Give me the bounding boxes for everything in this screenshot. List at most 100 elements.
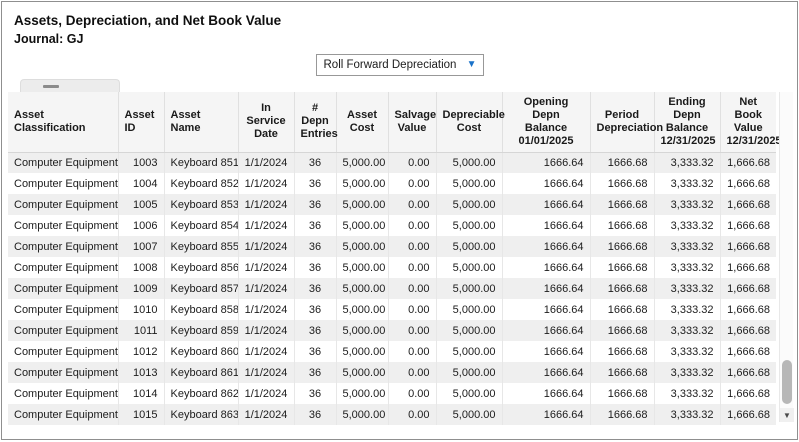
table-cell: 0.00 [388, 173, 436, 194]
table-cell: 1009 [118, 278, 164, 299]
table-cell: 0.00 [388, 341, 436, 362]
table-cell: 1666.68 [590, 257, 654, 278]
table-cell: 5,000.00 [436, 194, 502, 215]
vertical-scrollbar[interactable]: ▼ [779, 92, 793, 422]
table-cell: 5,000.00 [336, 362, 388, 383]
table-row[interactable]: Computer Equipment1009Keyboard 8571/1/20… [8, 278, 776, 299]
column-header[interactable]: Asset Cost [336, 92, 388, 152]
table-cell: 1666.64 [502, 173, 590, 194]
table-row[interactable]: Computer Equipment1007Keyboard 8551/1/20… [8, 236, 776, 257]
column-header[interactable]: Opening Depn Balance 01/01/2025 [502, 92, 590, 152]
table-cell: 0.00 [388, 362, 436, 383]
table-cell: 1/1/2024 [238, 257, 294, 278]
table-cell: 1666.64 [502, 299, 590, 320]
table-row[interactable]: Computer Equipment1012Keyboard 8601/1/20… [8, 341, 776, 362]
table-cell: 1/1/2024 [238, 236, 294, 257]
table-cell: Computer Equipment [8, 152, 118, 173]
column-header[interactable]: In Service Date [238, 92, 294, 152]
table-cell: 1666.64 [502, 194, 590, 215]
table-cell: 1,666.68 [720, 404, 776, 425]
table-cell: 36 [294, 152, 336, 173]
table-cell: 5,000.00 [336, 278, 388, 299]
table-cell: 1,666.68 [720, 362, 776, 383]
table-cell: 1,666.68 [720, 152, 776, 173]
table-cell: 0.00 [388, 404, 436, 425]
table-cell: 5,000.00 [336, 173, 388, 194]
table-cell: 1666.64 [502, 404, 590, 425]
table-cell: 0.00 [388, 299, 436, 320]
table-cell: Computer Equipment [8, 362, 118, 383]
table-cell: 1007 [118, 236, 164, 257]
table-cell: 1/1/2024 [238, 173, 294, 194]
table-cell: 3,333.32 [654, 299, 720, 320]
table-row[interactable]: Computer Equipment1015Keyboard 8631/1/20… [8, 404, 776, 425]
table-cell: Computer Equipment [8, 299, 118, 320]
table-body: Computer Equipment1003Keyboard 8511/1/20… [8, 152, 776, 425]
table-cell: 5,000.00 [436, 362, 502, 383]
column-header[interactable]: Net Book Value 12/31/2025 [720, 92, 776, 152]
table-row[interactable]: Computer Equipment1014Keyboard 8621/1/20… [8, 383, 776, 404]
table-cell: 36 [294, 341, 336, 362]
table-row[interactable]: Computer Equipment1005Keyboard 8531/1/20… [8, 194, 776, 215]
column-header[interactable]: Asset ID [118, 92, 164, 152]
collapse-handle-icon [43, 85, 59, 88]
table-cell: Keyboard 862 [164, 383, 238, 404]
table-cell: 1666.68 [590, 404, 654, 425]
table-row[interactable]: Computer Equipment1003Keyboard 8511/1/20… [8, 152, 776, 173]
column-header[interactable]: Asset Classification [8, 92, 118, 152]
table-cell: 5,000.00 [336, 194, 388, 215]
table-area: Asset ClassificationAsset IDAsset NameIn… [8, 92, 776, 425]
table-cell: 1/1/2024 [238, 320, 294, 341]
table-header: Asset ClassificationAsset IDAsset NameIn… [8, 92, 776, 152]
column-header[interactable]: Ending Depn Balance 12/31/2025 [654, 92, 720, 152]
column-header[interactable]: Salvage Value [388, 92, 436, 152]
column-header[interactable]: # Depn Entries [294, 92, 336, 152]
table-cell: 1666.68 [590, 278, 654, 299]
table-cell: 1666.64 [502, 320, 590, 341]
table-cell: 5,000.00 [336, 383, 388, 404]
table-cell: 3,333.32 [654, 215, 720, 236]
table-row[interactable]: Computer Equipment1013Keyboard 8611/1/20… [8, 362, 776, 383]
table-cell: 1012 [118, 341, 164, 362]
scroll-down-button[interactable]: ▼ [780, 408, 794, 422]
column-header[interactable]: Asset Name [164, 92, 238, 152]
table-cell: 36 [294, 257, 336, 278]
table-cell: 1/1/2024 [238, 215, 294, 236]
table-row[interactable]: Computer Equipment1011Keyboard 8591/1/20… [8, 320, 776, 341]
table-cell: 1,666.68 [720, 320, 776, 341]
table-cell: Keyboard 857 [164, 278, 238, 299]
chevron-down-icon[interactable]: ▼ [461, 55, 483, 75]
table-cell: 1666.68 [590, 299, 654, 320]
report-type-dropdown[interactable]: Roll Forward Depreciation ▼ [316, 54, 484, 76]
table-cell: 1/1/2024 [238, 341, 294, 362]
table-cell: 5,000.00 [436, 236, 502, 257]
table-cell: 1666.68 [590, 236, 654, 257]
table-row[interactable]: Computer Equipment1004Keyboard 8521/1/20… [8, 173, 776, 194]
table-cell: 1666.68 [590, 362, 654, 383]
table-cell: 0.00 [388, 383, 436, 404]
table-cell: 1014 [118, 383, 164, 404]
table-row[interactable]: Computer Equipment1006Keyboard 8541/1/20… [8, 215, 776, 236]
table-cell: 36 [294, 383, 336, 404]
table-cell: 1666.64 [502, 152, 590, 173]
table-cell: Keyboard 852 [164, 173, 238, 194]
table-cell: 5,000.00 [436, 341, 502, 362]
table-cell: Computer Equipment [8, 404, 118, 425]
scrollbar-thumb[interactable] [782, 360, 792, 404]
table-cell: 1,666.68 [720, 236, 776, 257]
panel-collapse-tab[interactable] [20, 79, 120, 92]
table-cell: 36 [294, 194, 336, 215]
table-cell: 1/1/2024 [238, 383, 294, 404]
table-cell: 3,333.32 [654, 383, 720, 404]
dropdown-selected-value: Roll Forward Depreciation [324, 59, 461, 71]
table-cell: 0.00 [388, 215, 436, 236]
table-row[interactable]: Computer Equipment1010Keyboard 8581/1/20… [8, 299, 776, 320]
table-cell: 1/1/2024 [238, 362, 294, 383]
table-cell: Keyboard 851 [164, 152, 238, 173]
table-row[interactable]: Computer Equipment1008Keyboard 8561/1/20… [8, 257, 776, 278]
table-cell: Keyboard 854 [164, 215, 238, 236]
column-header[interactable]: Depreciable Cost [436, 92, 502, 152]
table-cell: Computer Equipment [8, 194, 118, 215]
column-header[interactable]: Period Depreciation [590, 92, 654, 152]
table-cell: 1666.64 [502, 257, 590, 278]
